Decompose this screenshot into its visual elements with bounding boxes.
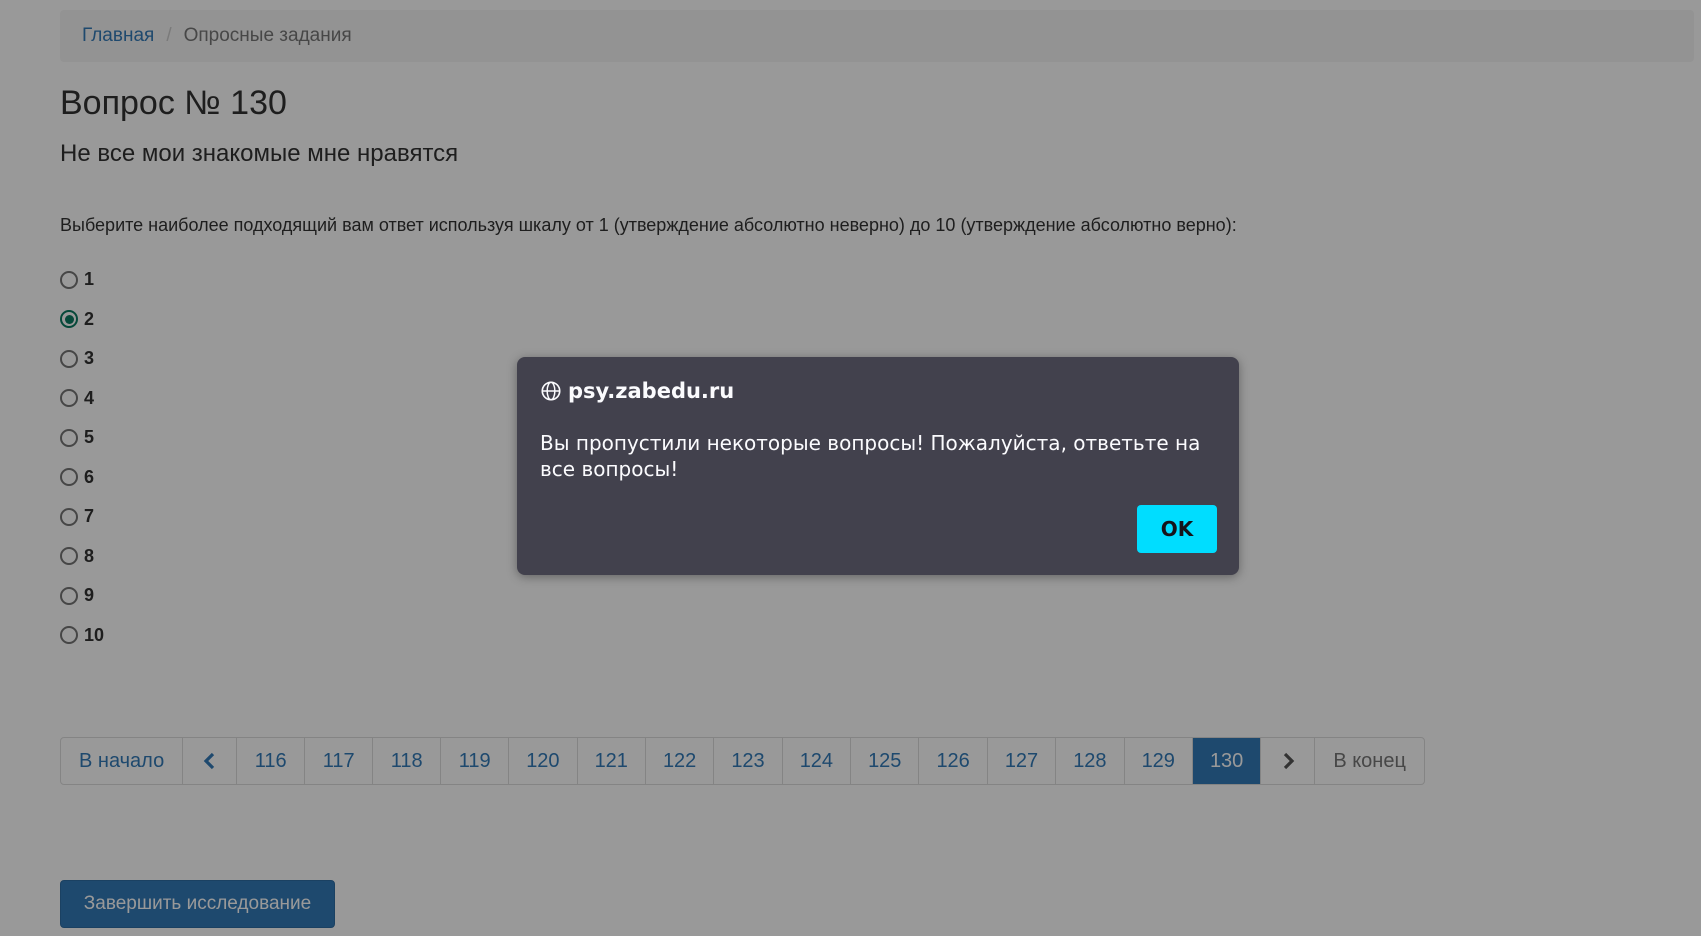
dialog-origin: psy.zabedu.ru — [540, 379, 734, 403]
ok-button[interactable]: OK — [1137, 505, 1217, 553]
globe-icon — [541, 381, 561, 401]
dialog-origin-text: psy.zabedu.ru — [568, 379, 735, 403]
dialog-message: Вы пропустили некоторые вопросы! Пожалуй… — [540, 431, 1201, 481]
alert-dialog: psy.zabedu.ru Вы пропустили некоторые во… — [517, 357, 1239, 575]
